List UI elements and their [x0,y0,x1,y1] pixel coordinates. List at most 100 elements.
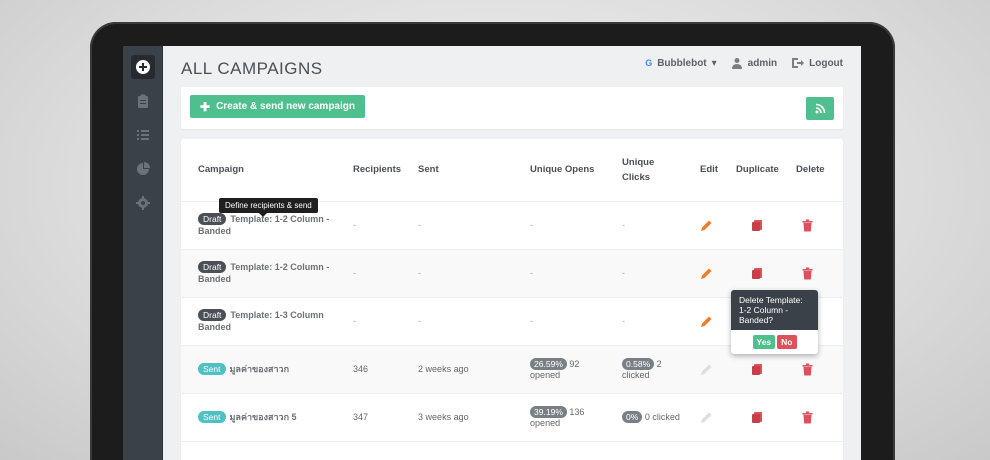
campaign-name-link[interactable]: มูลค่าของสาวก [230,364,290,374]
recipients-value: 346 [336,345,402,394]
copy-icon [752,219,763,231]
col-sent: Sent [401,139,514,202]
pencil-icon [701,364,712,375]
confirm-no-button[interactable]: No [777,335,797,349]
status-badge: Draft [198,261,227,273]
status-badge: Draft [198,213,227,225]
account-dropdown[interactable]: G Bubblebot ▾ [645,58,716,69]
rss-icon [815,103,825,114]
copy-icon [752,267,763,279]
edit-button-disabled [683,393,720,442]
opens-count: 136 [569,407,585,417]
logout-link[interactable]: Logout [791,57,843,69]
clicks-percent-badge: 0% [622,411,643,423]
google-icon: G [645,58,653,68]
app-screen: ALL CAMPAIGNS G Bubblebot ▾ admin Logout… [123,46,861,460]
opens-label: opened [530,418,561,428]
create-campaign-button[interactable]: ✚ Create & send new campaign [190,95,365,118]
confirm-yes-button[interactable]: Yes [752,335,776,349]
sidebar-item-lists[interactable] [131,123,155,147]
sent-value: 3 weeks ago [401,393,514,442]
trash-icon [802,411,813,423]
trash-icon [802,219,813,231]
sent-value: - [401,201,514,250]
duplicate-button[interactable] [719,393,780,442]
duplicate-button[interactable] [719,201,780,250]
plus-icon: ✚ [200,99,211,114]
recipients-value: - [336,249,402,298]
gear-icon [136,196,150,210]
logout-label: Logout [809,57,843,69]
opens-cell: 39.19% 136 opened [513,393,606,442]
popover-actions: Yes No [731,330,818,354]
main-content: ALL CAMPAIGNS G Bubblebot ▾ admin Logout… [163,46,861,460]
status-badge: Sent [198,363,226,375]
action-bar: ✚ Create & send new campaign [181,87,843,129]
pencil-icon [701,268,712,279]
sidebar-item-settings[interactable] [131,191,155,215]
edit-button[interactable] [683,297,720,346]
page-title: ALL CAMPAIGNS [181,59,323,78]
edit-button-disabled [683,345,720,394]
popover-title: Delete Template: 1-2 Column - Banded? [731,290,818,330]
create-campaign-label: Create & send new campaign [216,101,355,112]
clicks-cell: 0% 0 clicked [605,393,684,442]
rss-button[interactable] [806,97,834,120]
opens-label: opened [530,370,561,380]
opens-value: - [513,297,606,346]
user-menu[interactable]: admin [731,57,777,69]
sidebar [123,46,163,460]
logout-icon [792,58,805,68]
opens-count: 92 [569,359,580,369]
send-tooltip: Define recipients & send [219,198,318,217]
account-name: Bubblebot [657,57,707,69]
delete-button[interactable] [779,201,843,250]
clicks-value: - [605,201,684,250]
sent-value: 2 weeks ago [401,345,514,394]
sidebar-item-templates[interactable] [131,89,155,113]
opens-percent-badge: 39.19% [530,406,567,418]
user-icon [731,58,742,69]
table-row: Sent มูลค่าของสาวก 5 347 3 weeks ago 39.1… [181,393,843,442]
col-edit: Edit [683,139,720,202]
clicks-percent-badge: 0.58% [622,358,655,370]
clicks-value: - [605,249,684,298]
campaign-name-link[interactable]: มูลค่าของสาวก 5 [230,412,297,422]
clipboard-icon [138,94,148,108]
delete-button[interactable] [779,393,843,442]
edit-button[interactable] [683,201,720,250]
opens-value: - [513,249,606,298]
clicks-label: clicked [622,370,650,380]
recipients-value: - [336,201,402,250]
plus-icon [136,60,150,74]
recipients-value: 347 [336,393,402,442]
col-campaign: Campaign [181,139,336,202]
table-header-row: Campaign Recipients Sent Unique Opens Un… [181,139,843,202]
edit-button[interactable] [683,249,720,298]
top-nav: G Bubblebot ▾ admin Logout [645,57,843,69]
list-icon [137,130,149,140]
copy-icon [752,411,763,423]
sent-value: - [401,249,514,298]
clicks-label: 0 clicked [644,412,680,422]
clicks-value: - [605,297,684,346]
copy-icon [752,363,763,375]
col-unique-clicks: Unique Clicks [605,139,684,202]
status-badge: Draft [198,309,227,321]
pencil-icon [701,220,712,231]
col-duplicate: Duplicate [719,139,780,202]
campaign-table-card: Campaign Recipients Sent Unique Opens Un… [181,139,843,460]
delete-confirm-popover: Delete Template: 1-2 Column - Banded? Ye… [731,290,818,354]
sidebar-item-reports[interactable] [131,157,155,181]
pencil-icon [701,412,712,423]
sent-value: - [401,297,514,346]
trash-icon [802,267,813,279]
caret-down-icon: ▾ [711,57,717,69]
trash-icon [802,363,813,375]
pie-chart-icon [137,162,150,175]
user-name: admin [747,57,778,69]
opens-value: - [513,201,606,250]
col-unique-opens: Unique Opens [513,139,606,202]
new-campaign-nav[interactable] [131,55,155,79]
status-badge: Sent [198,411,226,423]
